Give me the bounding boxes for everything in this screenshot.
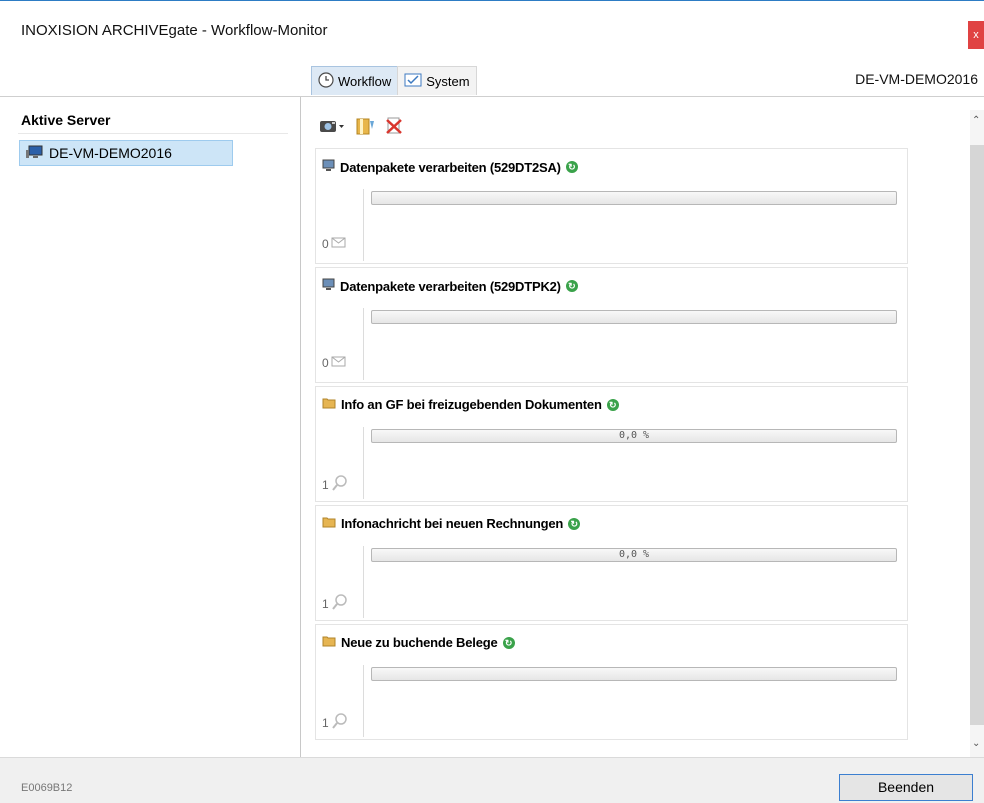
workflow-header: Datenpakete verarbeiten (529DTPK2) ↻ bbox=[322, 278, 578, 294]
queue-count-value: 0 bbox=[322, 355, 329, 370]
book-icon[interactable] bbox=[355, 117, 375, 138]
refresh-icon[interactable]: ↻ bbox=[568, 517, 581, 530]
envelope-icon bbox=[331, 236, 347, 251]
folder-icon bbox=[322, 397, 336, 412]
envelope-icon bbox=[331, 355, 347, 370]
workflow-header: Infonachricht bei neuen Rechnungen ↻ bbox=[322, 516, 581, 531]
tab-workflow[interactable]: Workflow bbox=[311, 66, 399, 95]
status-bar bbox=[0, 758, 984, 803]
scroll-down-arrow-icon[interactable]: ⌄ bbox=[972, 738, 980, 749]
workflow-title: Datenpakete verarbeiten (529DT2SA) bbox=[340, 159, 561, 175]
workflow-header: Neue zu buchende Belege ↻ bbox=[322, 635, 515, 650]
progress-bar: 0,0 % bbox=[371, 429, 897, 443]
magnifier-icon bbox=[331, 712, 349, 733]
queue-count: 0 bbox=[322, 236, 347, 251]
workflow-card[interactable]: Datenpakete verarbeiten (529DT2SA) ↻ 0 bbox=[315, 148, 908, 264]
progress-bar bbox=[371, 310, 897, 324]
workflow-card[interactable]: Infonachricht bei neuen Rechnungen ↻ 0,0… bbox=[315, 505, 908, 621]
clock-icon bbox=[318, 71, 334, 91]
tab-system[interactable]: System bbox=[397, 66, 477, 95]
progress-bar: 0,0 % bbox=[371, 548, 897, 562]
progress-bar bbox=[371, 191, 897, 205]
queue-count: 0 bbox=[322, 355, 347, 370]
folder-icon bbox=[322, 635, 336, 650]
checkbox-icon bbox=[404, 73, 422, 90]
server-item-label: DE-VM-DEMO2016 bbox=[49, 145, 172, 161]
server-panel bbox=[0, 97, 300, 757]
server-list-title: Aktive Server bbox=[21, 112, 111, 128]
window-top-border bbox=[0, 0, 984, 1]
refresh-icon[interactable]: ↻ bbox=[606, 398, 619, 411]
camera-icon[interactable] bbox=[319, 118, 345, 137]
queue-count: 1 bbox=[322, 712, 349, 733]
queue-count: 1 bbox=[322, 593, 349, 614]
toolbar bbox=[319, 117, 403, 138]
workflow-title: Info an GF bei freizugebenden Dokumenten bbox=[341, 397, 602, 412]
tab-workflow-label: Workflow bbox=[338, 73, 392, 89]
refresh-icon[interactable]: ↻ bbox=[565, 280, 578, 292]
magnifier-icon bbox=[331, 474, 349, 495]
progress-bar bbox=[371, 667, 897, 681]
card-divider bbox=[363, 546, 364, 618]
monitor-icon bbox=[322, 278, 335, 294]
quit-button[interactable]: Beenden bbox=[839, 774, 973, 801]
workflow-card[interactable]: Neue zu buchende Belege ↻ 1 bbox=[315, 624, 908, 740]
queue-count: 1 bbox=[322, 474, 349, 495]
workflow-header: Info an GF bei freizugebenden Dokumenten… bbox=[322, 397, 619, 412]
tab-bar: Workflow System bbox=[311, 66, 477, 96]
card-divider bbox=[363, 308, 364, 380]
card-divider bbox=[363, 665, 364, 737]
workflow-card[interactable]: Info an GF bei freizugebenden Dokumenten… bbox=[315, 386, 908, 502]
server-list-underline bbox=[18, 133, 288, 134]
queue-count-value: 1 bbox=[322, 477, 329, 492]
workflow-header: Datenpakete verarbeiten (529DT2SA) ↻ bbox=[322, 159, 578, 175]
tab-system-label: System bbox=[426, 73, 470, 89]
refresh-icon[interactable]: ↻ bbox=[502, 636, 515, 649]
workflow-card[interactable]: Datenpakete verarbeiten (529DTPK2) ↻ 0 bbox=[315, 267, 908, 383]
status-code: E0069B12 bbox=[21, 782, 73, 794]
panel-divider[interactable] bbox=[300, 97, 301, 757]
current-server-label: DE-VM-DEMO2016 bbox=[855, 71, 978, 87]
queue-count-value: 0 bbox=[322, 236, 329, 251]
card-divider bbox=[363, 427, 364, 499]
workflow-title: Infonachricht bei neuen Rechnungen bbox=[341, 516, 564, 531]
queue-count-value: 1 bbox=[322, 596, 329, 611]
queue-count-value: 1 bbox=[322, 715, 329, 730]
workflow-title: Neue zu buchende Belege bbox=[341, 635, 498, 650]
computer-icon bbox=[25, 144, 43, 163]
scroll-up-arrow-icon[interactable]: ⌃ bbox=[972, 115, 980, 126]
server-item[interactable]: DE-VM-DEMO2016 bbox=[19, 140, 233, 166]
delete-icon[interactable] bbox=[385, 117, 403, 138]
scrollbar-thumb[interactable] bbox=[970, 145, 984, 725]
workflow-title: Datenpakete verarbeiten (529DTPK2) bbox=[340, 278, 561, 294]
close-button[interactable]: x bbox=[968, 21, 984, 49]
monitor-icon bbox=[322, 159, 335, 175]
card-divider bbox=[363, 189, 364, 261]
window-title: INOXISION ARCHIVEgate - Workflow-Monitor bbox=[21, 22, 328, 39]
magnifier-icon bbox=[331, 593, 349, 614]
folder-icon bbox=[322, 516, 336, 531]
refresh-icon[interactable]: ↻ bbox=[565, 161, 578, 173]
